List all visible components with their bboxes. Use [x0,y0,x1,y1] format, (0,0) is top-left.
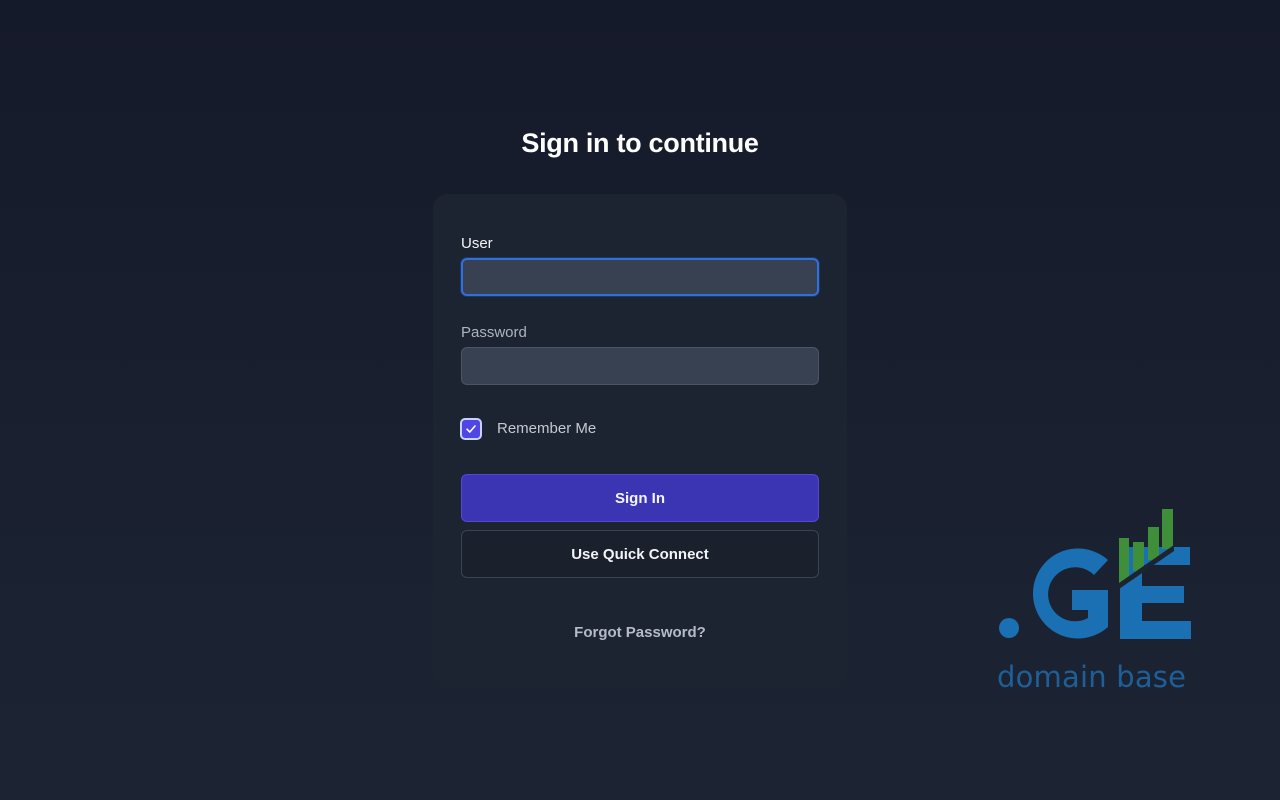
password-label: Password [461,324,527,341]
remember-me-label[interactable]: Remember Me [497,420,596,437]
user-input[interactable] [461,258,819,296]
sign-in-button[interactable]: Sign In [461,474,819,522]
page-title: Sign in to continue [521,128,759,158]
user-label: User [461,235,493,252]
remember-me-checkbox[interactable] [460,418,482,440]
quick-connect-button[interactable]: Use Quick Connect [461,530,819,578]
login-card: User Password Remember Me Sign In Use Qu… [433,194,847,688]
checkmark-icon [466,425,476,433]
password-input[interactable] [461,347,819,385]
watermark-caption: domain base [997,660,1187,694]
forgot-password-link[interactable]: Forgot Password? [433,624,847,641]
